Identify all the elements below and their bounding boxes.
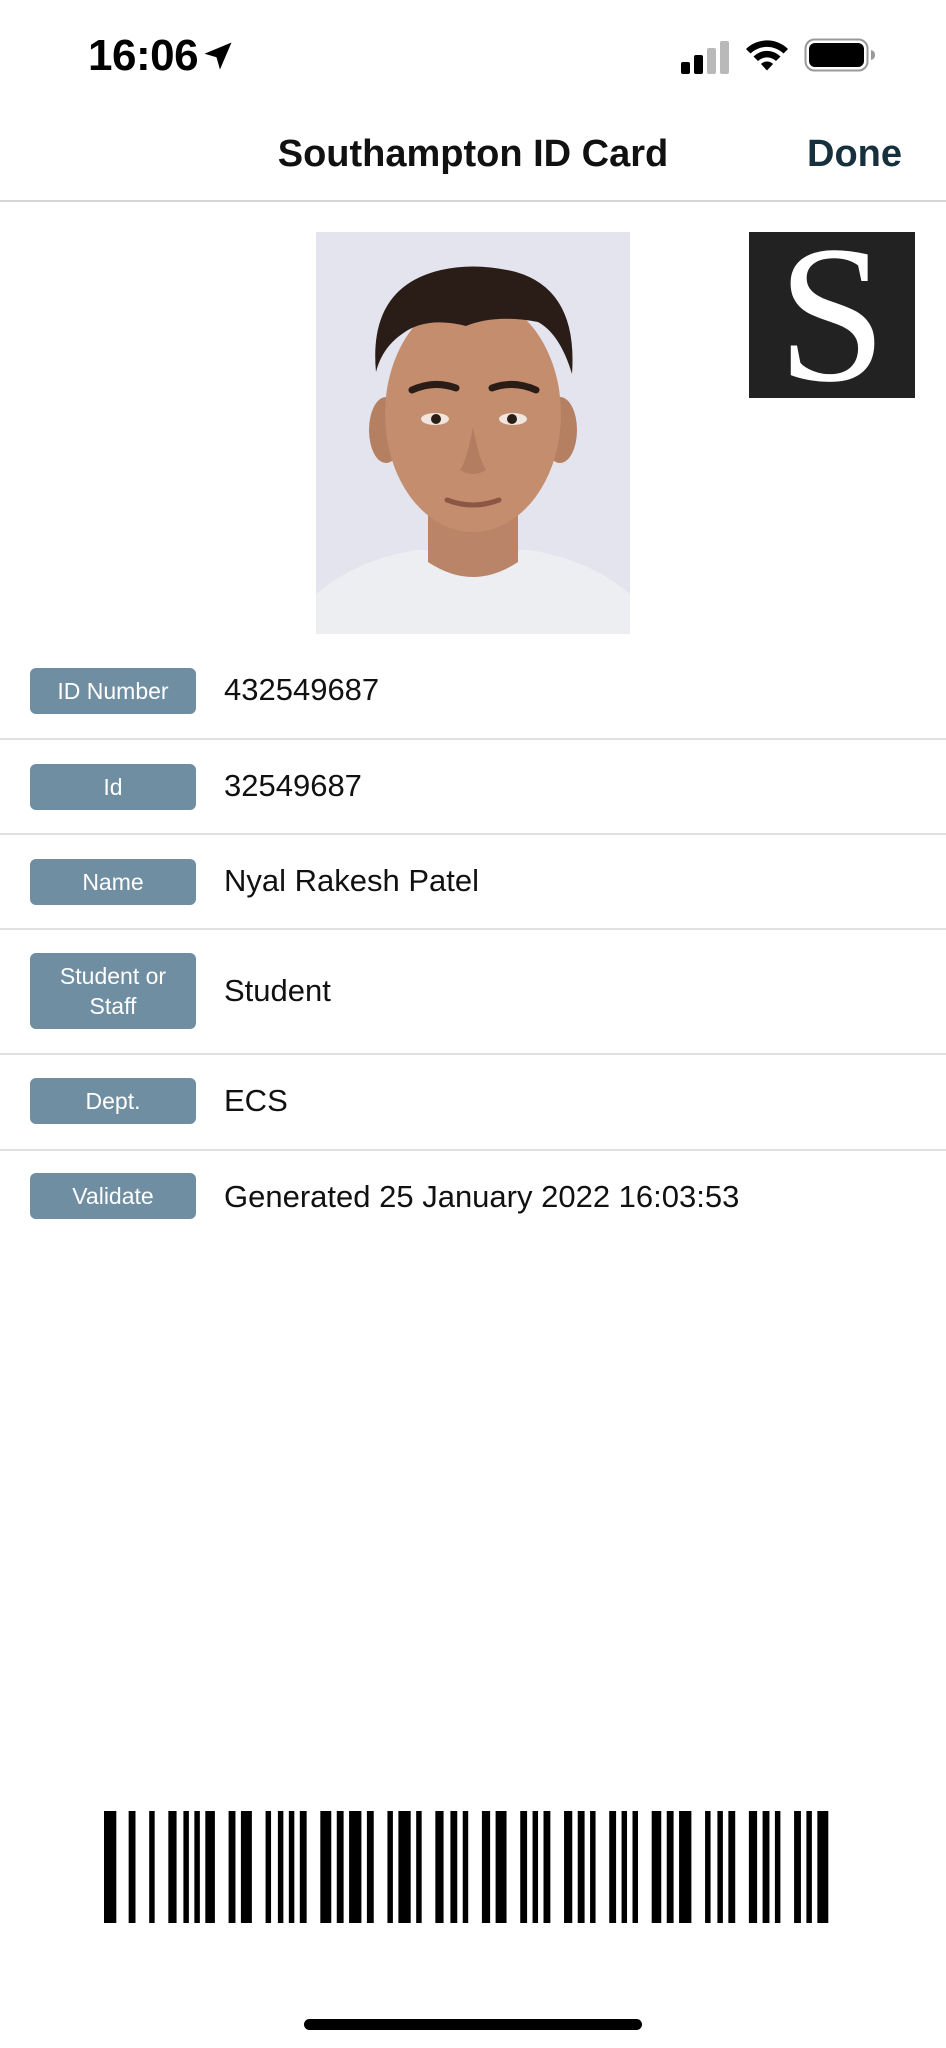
logo-letter: S — [777, 232, 887, 398]
field-label-id: Id — [30, 764, 196, 810]
barcode-bar — [435, 1811, 444, 1923]
barcode-bar — [817, 1811, 829, 1923]
barcode-bar — [128, 1811, 136, 1923]
field-row-name: Name Nyal Rakesh Patel — [0, 835, 946, 930]
field-value-student-or-staff: Student — [224, 973, 331, 1008]
field-row-id-number: ID Number 432549687 — [0, 646, 946, 740]
portrait-illustration — [316, 232, 630, 634]
barcode-bar — [277, 1811, 284, 1923]
barcode-bar — [543, 1811, 551, 1923]
barcode-bar — [774, 1811, 781, 1923]
barcode-bar — [149, 1811, 155, 1923]
field-row-student-or-staff: Student or Staff Student — [0, 930, 946, 1055]
barcode-bar — [205, 1811, 215, 1923]
barcode-bar — [495, 1811, 507, 1923]
barcode-bar — [728, 1811, 736, 1923]
field-label-student-or-staff: Student or Staff — [30, 953, 196, 1029]
barcode-bar — [609, 1811, 617, 1923]
barcode-bar — [104, 1811, 117, 1923]
field-label-id-number: ID Number — [30, 668, 196, 714]
barcode-bar — [532, 1811, 539, 1923]
status-time: 16:06 — [88, 31, 199, 80]
barcode-bar — [194, 1811, 200, 1923]
field-value-id-number: 432549687 — [224, 672, 380, 707]
cellular-signal-icon — [681, 41, 729, 74]
barcode-bar — [240, 1811, 252, 1923]
field-value-dept: ECS — [224, 1083, 288, 1118]
barcode-bar — [632, 1811, 638, 1923]
field-label-dept: Dept. — [30, 1078, 196, 1124]
barcode-bar — [183, 1811, 189, 1923]
barcode-bar — [349, 1811, 362, 1923]
university-logo: S — [749, 232, 915, 398]
barcode-bar — [621, 1811, 628, 1923]
barcode-bar — [806, 1811, 812, 1923]
field-label-name: Name — [30, 859, 196, 905]
barcode-bar — [590, 1811, 596, 1923]
barcode-bar — [462, 1811, 469, 1923]
barcode-bar — [481, 1811, 491, 1923]
barcode-bar — [520, 1811, 528, 1923]
barcode-bar — [366, 1811, 374, 1923]
barcode-bar — [387, 1811, 393, 1923]
field-row-dept: Dept. ECS — [0, 1055, 946, 1151]
id-card-screen: 16:06 Southampton ID Card Done S ID Numb… — [0, 0, 946, 2048]
barcode-bar — [666, 1811, 674, 1923]
field-value-name: Nyal Rakesh Patel — [224, 863, 480, 898]
wifi-icon — [746, 40, 788, 71]
barcode-bar — [577, 1811, 585, 1923]
barcode-bar — [336, 1811, 344, 1923]
barcode-bar — [416, 1811, 422, 1923]
barcode-bar — [288, 1811, 295, 1923]
id-barcode — [104, 1811, 829, 1923]
page-title: Southampton ID Card — [277, 133, 669, 175]
field-value-id: 32549687 — [224, 768, 362, 803]
barcode-bar — [168, 1811, 177, 1923]
field-value-validate: Generated 25 January 2022 16:03:53 — [224, 1179, 740, 1214]
barcode-bar — [320, 1811, 332, 1923]
card-fields: ID Number 432549687 Id 32549687 Name Nya… — [0, 646, 946, 1247]
barcode-bar — [564, 1811, 573, 1923]
barcode-bar — [762, 1811, 770, 1923]
status-bar: 16:06 — [0, 0, 946, 110]
barcode-bar — [717, 1811, 723, 1923]
done-button[interactable]: Done — [807, 130, 902, 178]
home-indicator — [304, 2019, 642, 2030]
barcode-bar — [794, 1811, 801, 1923]
barcode-bar — [228, 1811, 236, 1923]
barcode-bar — [299, 1811, 307, 1923]
id-photo — [316, 232, 630, 634]
barcode-bar — [265, 1811, 272, 1923]
barcode-bar — [679, 1811, 692, 1923]
barcode-bar — [398, 1811, 411, 1923]
validate-button[interactable]: Validate — [30, 1173, 196, 1219]
barcode-bar — [651, 1811, 662, 1923]
battery-icon — [804, 38, 875, 72]
location-arrow-icon — [204, 42, 232, 70]
field-row-id: Id 32549687 — [0, 740, 946, 835]
field-row-validate: Validate Generated 25 January 2022 16:03… — [0, 1151, 946, 1247]
barcode-bar — [748, 1811, 758, 1923]
barcode-bar — [450, 1811, 458, 1923]
navigation-bar: Southampton ID Card Done — [0, 110, 946, 202]
barcode-bar — [705, 1811, 711, 1923]
